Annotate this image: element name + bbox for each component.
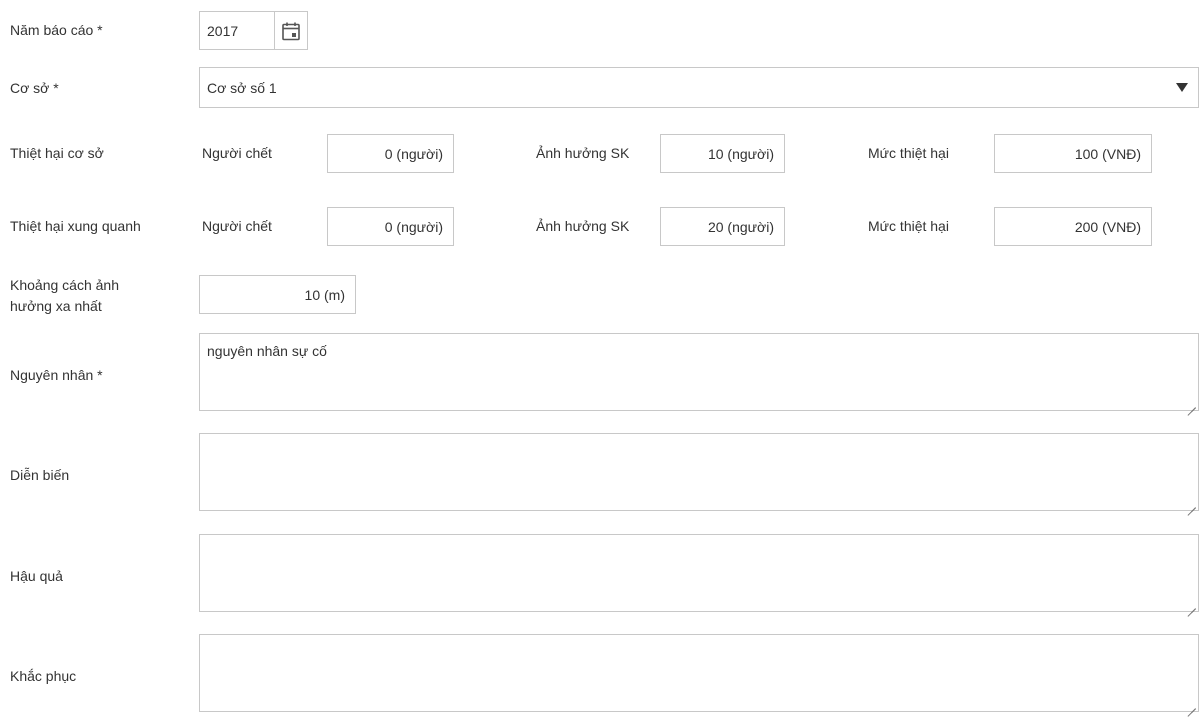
calendar-button[interactable] [274, 11, 308, 50]
consequence-textarea[interactable] [199, 534, 1199, 612]
caret-down-icon [1176, 83, 1188, 92]
remedy-label: Khắc phục [10, 668, 77, 684]
damage-surrounding-health-input[interactable] [660, 207, 785, 246]
damage-surrounding-deaths-input[interactable] [327, 207, 454, 246]
facility-selected-value: Cơ sở số 1 [207, 80, 277, 96]
facility-label: Cơ sở * [10, 80, 59, 96]
damage-surrounding-deaths-label: Người chết [202, 218, 272, 234]
year-input[interactable] [199, 11, 275, 50]
damage-facility-deaths-input[interactable] [327, 134, 454, 173]
year-label: Năm báo cáo * [10, 22, 103, 38]
facility-select[interactable]: Cơ sở số 1 [199, 67, 1199, 108]
damage-facility-health-label: Ảnh hưởng SK [536, 145, 630, 161]
remedy-textarea[interactable] [199, 634, 1199, 712]
distance-label-line1: Khoảng cách ảnh [10, 277, 119, 293]
damage-facility-deaths-label: Người chết [202, 145, 272, 161]
resize-grip-icon[interactable] [1186, 398, 1196, 408]
damage-surrounding-loss-label: Mức thiệt hại [868, 218, 949, 234]
consequence-label: Hậu quả [10, 568, 63, 584]
damage-surrounding-health-label: Ảnh hưởng SK [536, 218, 630, 234]
progress-textarea[interactable] [199, 433, 1199, 511]
distance-input[interactable] [199, 275, 356, 314]
damage-surrounding-label: Thiệt hại xung quanh [10, 218, 141, 234]
distance-label-line2: hưởng xa nhất [10, 298, 102, 314]
damage-surrounding-loss-input[interactable] [994, 207, 1152, 246]
damage-facility-loss-input[interactable] [994, 134, 1152, 173]
damage-facility-label: Thiệt hại cơ sở [10, 145, 104, 161]
resize-grip-icon[interactable] [1186, 498, 1196, 508]
resize-grip-icon[interactable] [1186, 599, 1196, 609]
calendar-icon [282, 22, 300, 40]
damage-facility-health-input[interactable] [660, 134, 785, 173]
damage-facility-loss-label: Mức thiệt hại [868, 145, 949, 161]
resize-grip-icon[interactable] [1186, 699, 1196, 709]
progress-label: Diễn biến [10, 467, 70, 483]
cause-label: Nguyên nhân * [10, 367, 103, 383]
cause-textarea[interactable]: nguyên nhân sự cố [199, 333, 1199, 411]
